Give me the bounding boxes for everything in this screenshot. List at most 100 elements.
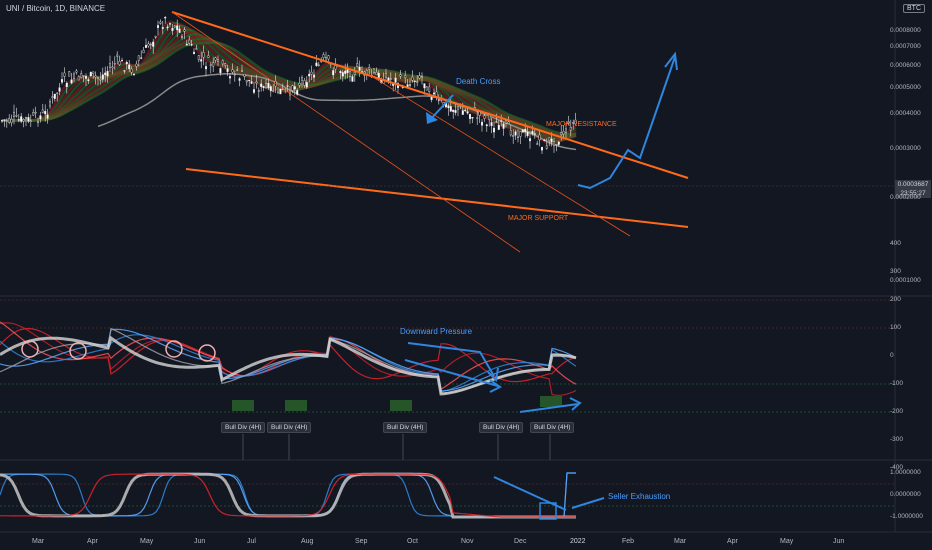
- candle-body: [130, 68, 133, 73]
- candle-body: [188, 39, 191, 44]
- candle-body: [15, 115, 18, 117]
- candle-body: [202, 52, 205, 58]
- candle-body: [512, 135, 515, 137]
- candle-body: [416, 81, 419, 83]
- candle-body: [75, 70, 78, 73]
- bull-div-zone: [232, 400, 254, 411]
- candle-body: [252, 89, 255, 93]
- candle-body: [92, 71, 95, 74]
- chart-title: UNI / Bitcoin, 1D, BINANCE: [6, 4, 106, 13]
- price-tick-label: 0.0003000: [890, 144, 921, 152]
- candle-body: [519, 131, 522, 137]
- time-tick-label: May: [140, 538, 154, 545]
- candle-body: [22, 119, 25, 122]
- candle-body: [68, 71, 71, 77]
- pressure-arrow: [407, 342, 495, 377]
- candle-body: [457, 106, 460, 110]
- candle-body: [96, 77, 99, 79]
- candle-body: [236, 69, 239, 71]
- candle-body: [8, 117, 11, 123]
- candle-body: [207, 55, 210, 58]
- candle-body: [231, 69, 234, 73]
- candle-body: [553, 141, 556, 146]
- candle-body: [493, 127, 496, 133]
- candle-body: [509, 130, 512, 136]
- candle-body: [212, 62, 215, 67]
- candle-body: [29, 120, 32, 122]
- candle-body: [204, 66, 207, 70]
- price-tick-label: 0.0007000: [890, 43, 921, 51]
- candle-body: [149, 43, 152, 46]
- exhaustion-arrow: [493, 476, 567, 511]
- candle-body: [27, 117, 30, 122]
- candle-body: [541, 147, 544, 151]
- candle-body: [502, 123, 505, 129]
- candle-body: [120, 60, 123, 62]
- candle-body: [84, 75, 87, 79]
- candle-body: [286, 85, 289, 87]
- candle-body: [464, 109, 467, 112]
- candle-body: [209, 64, 212, 66]
- candle-body: [497, 125, 500, 130]
- candle-body: [454, 110, 457, 113]
- candle-body: [49, 101, 52, 107]
- time-tick-label: Jun: [833, 538, 845, 545]
- candle-body: [226, 68, 229, 72]
- candle-body: [293, 86, 296, 90]
- candle-body: [147, 43, 150, 47]
- candle-body: [526, 131, 529, 136]
- currency-badge[interactable]: BTC: [903, 4, 925, 13]
- last-price-value: 0.0003687: [897, 181, 929, 188]
- candle-body: [180, 35, 183, 38]
- candle-body: [368, 67, 371, 70]
- candle-body: [89, 71, 92, 77]
- candle-body: [555, 143, 558, 146]
- candle-body: [257, 90, 260, 92]
- candle-body: [176, 25, 179, 31]
- inner-channel-line: [367, 73, 631, 237]
- candle-body: [41, 109, 44, 113]
- exhaustion-arrow: [571, 497, 605, 509]
- candle-body: [385, 73, 388, 78]
- candle-body: [262, 86, 265, 88]
- time-tick-label: Jun: [194, 538, 206, 545]
- candle-body: [409, 84, 412, 86]
- candle-body: [327, 55, 330, 60]
- price-tick-label: 0.0008000: [890, 27, 921, 34]
- candle-body: [349, 71, 352, 77]
- time-tick-label: Feb: [622, 538, 635, 545]
- candle-body: [221, 60, 224, 65]
- candle-body: [308, 73, 311, 77]
- candle-body: [255, 81, 258, 84]
- osc2-line: [0, 472, 576, 519]
- candle-body: [70, 79, 73, 84]
- candle-body: [377, 72, 380, 78]
- candle-body: [32, 112, 35, 116]
- candle-body: [375, 72, 378, 75]
- candle-body: [1, 120, 4, 122]
- time-tick-label: Aug: [301, 538, 314, 545]
- candle-body: [106, 70, 109, 77]
- candle-body: [301, 77, 304, 81]
- candle-body: [118, 61, 121, 65]
- osc1-tick-label: -300: [890, 436, 904, 443]
- candle-body: [3, 119, 6, 121]
- candle-body: [447, 105, 450, 109]
- major-resistance-label: MAJOR RESISTANCE: [546, 121, 617, 128]
- candle-body: [156, 25, 159, 28]
- candle-body: [77, 76, 80, 81]
- candle-body: [505, 120, 508, 124]
- candle-body: [111, 66, 114, 69]
- candle-body: [248, 79, 251, 82]
- bull-div-tag: Bull Div (4H): [383, 422, 428, 433]
- candle-body: [53, 93, 56, 99]
- candle-body: [538, 134, 541, 141]
- osc1-tick-label: 400: [890, 240, 901, 247]
- bull-div-tag: Bull Div (4H): [221, 422, 266, 433]
- candle-body: [543, 139, 546, 141]
- candle-body: [517, 136, 520, 138]
- candle-body: [161, 27, 164, 29]
- candle-body: [469, 114, 472, 119]
- candle-body: [524, 129, 527, 133]
- candle-body: [466, 111, 469, 114]
